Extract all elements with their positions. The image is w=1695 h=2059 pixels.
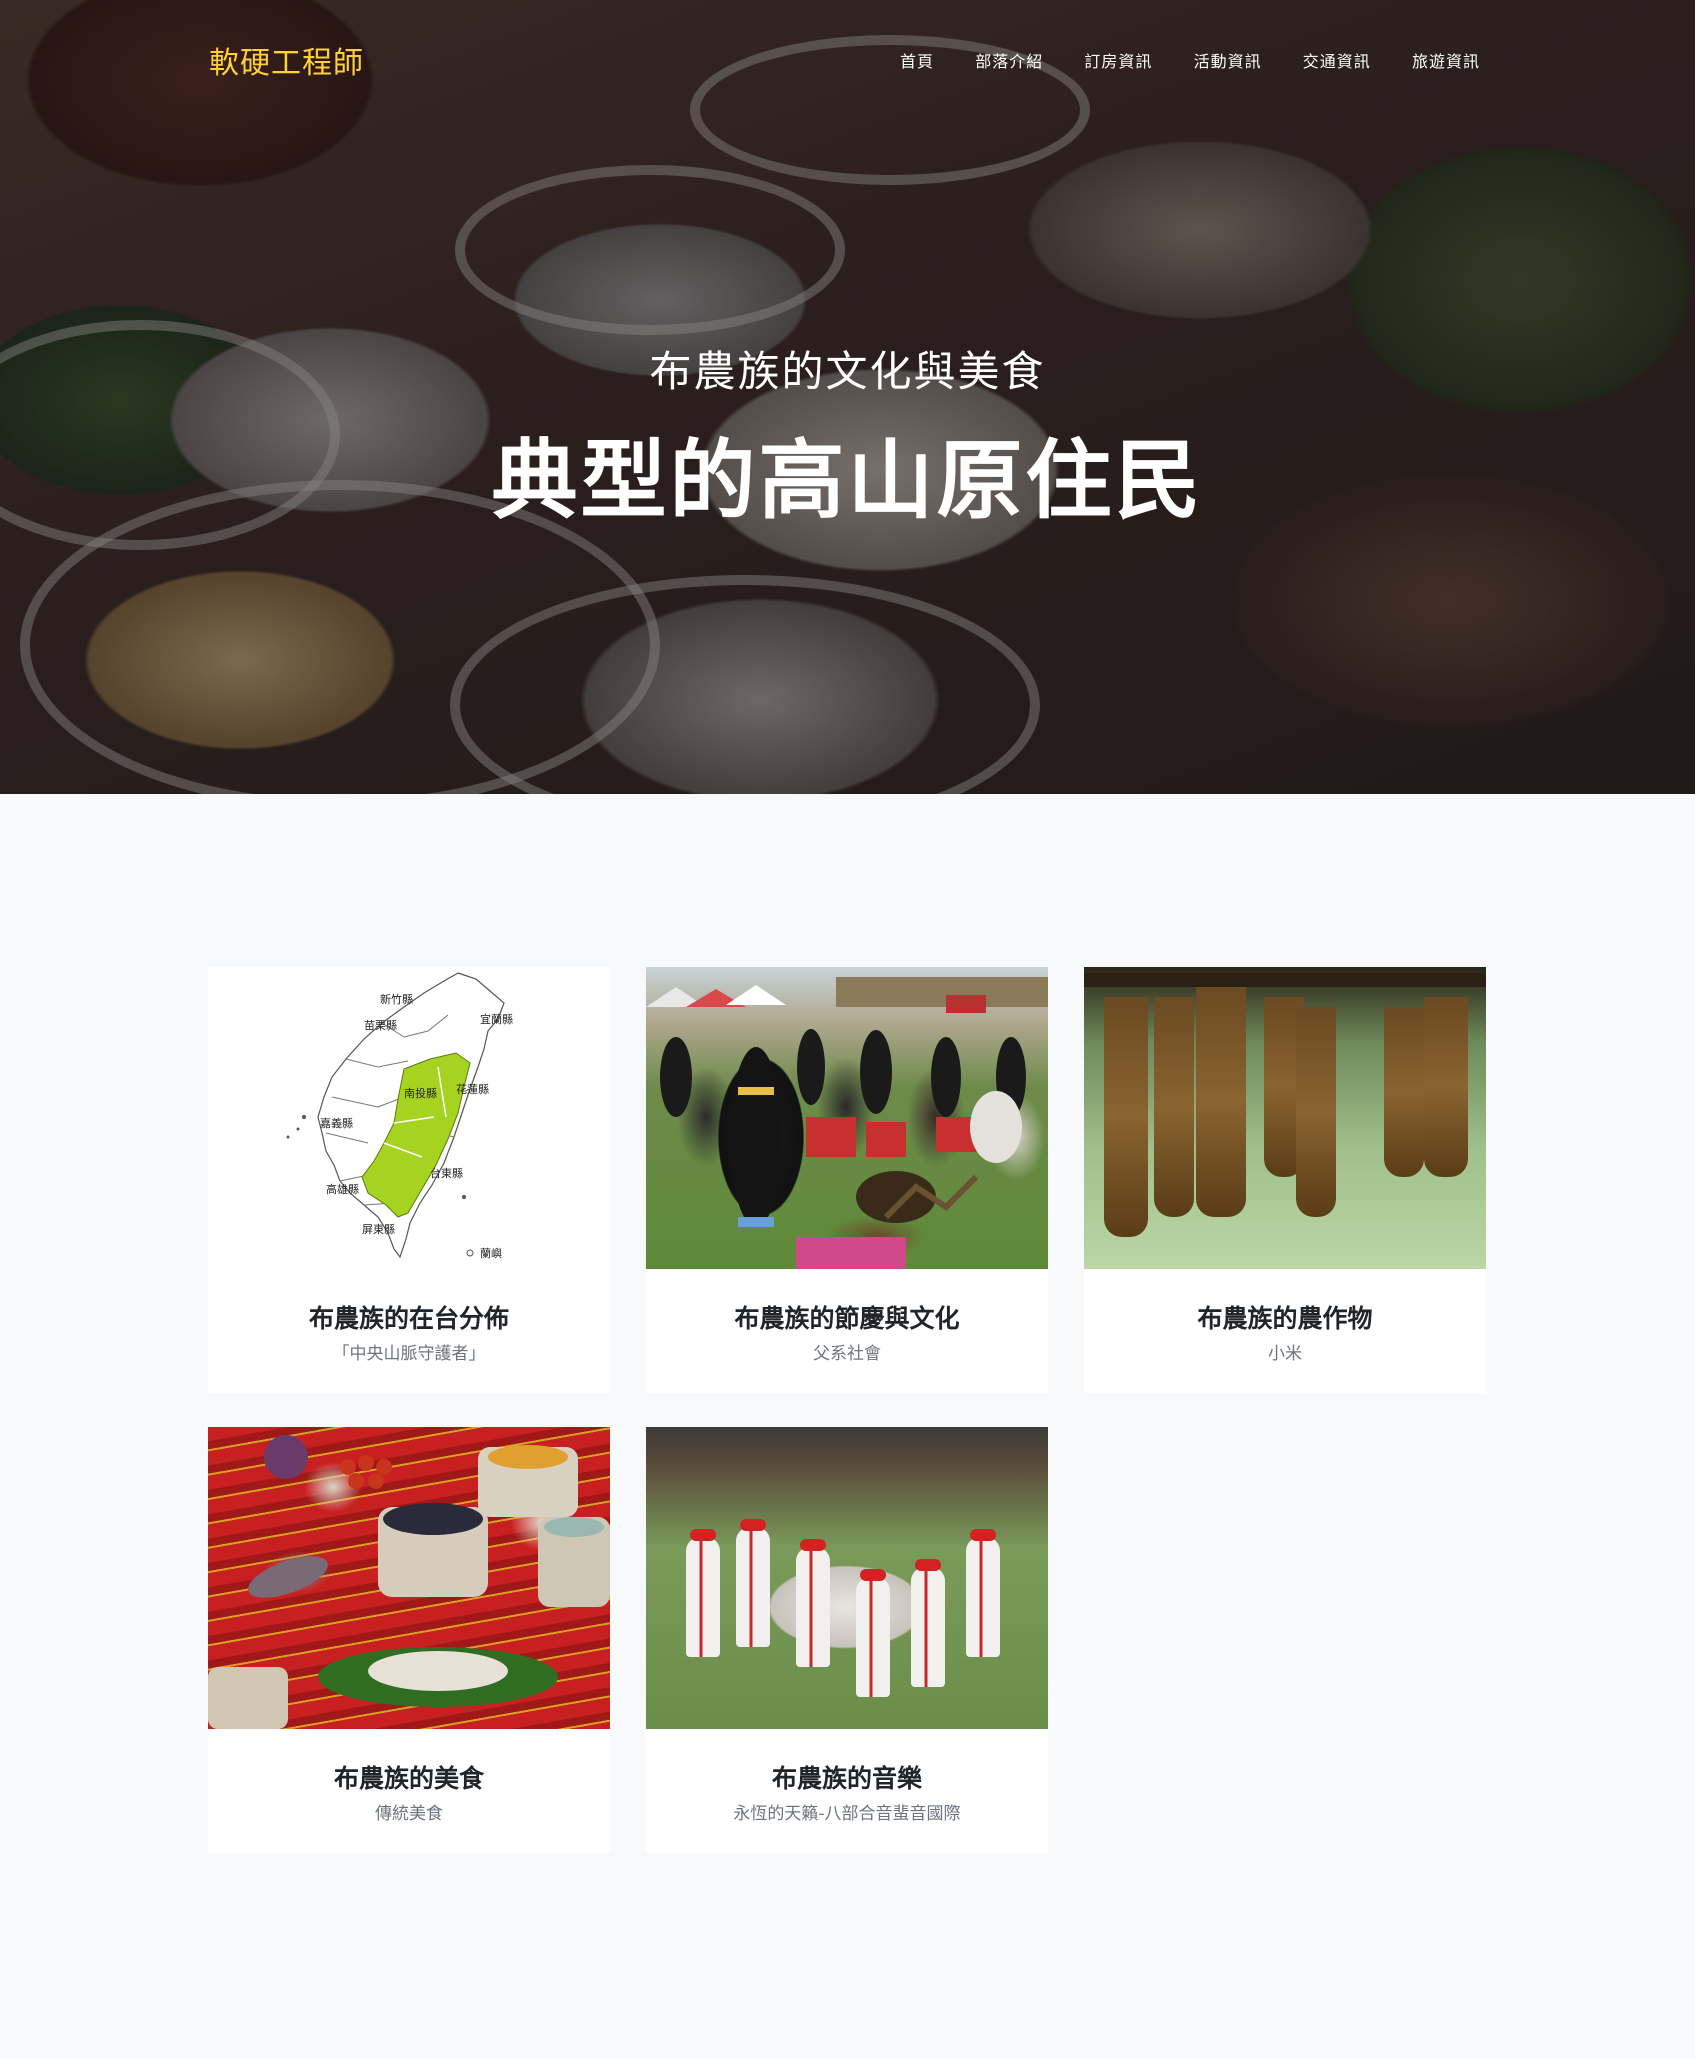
nav-link-home[interactable]: 首頁 (900, 52, 934, 71)
card-subtitle: 傳統美食 (375, 1804, 443, 1824)
map-label-miaoli: 苗栗縣 (364, 1019, 397, 1032)
nav-item-travel: 旅遊資訊 (1412, 48, 1480, 72)
map-label-hsinchu: 新竹縣 (380, 992, 413, 1006)
map-label-pingtung: 屏東縣 (362, 1223, 395, 1236)
card-festival[interactable]: 布農族的節慶與文化 父系社會 (646, 967, 1048, 1393)
nav-link-events[interactable]: 活動資訊 (1194, 52, 1262, 71)
brand-logo[interactable]: 軟硬工程師 (209, 38, 364, 82)
nav-item-booking: 訂房資訊 (1084, 48, 1152, 72)
dancer-decor (966, 1537, 1000, 1657)
taiwan-map-svg: 新竹縣 苗栗縣 宜蘭縣 南投縣 花蓮縣 嘉義縣 台東縣 高雄縣 屏東縣 蘭嶼 (286, 972, 513, 1260)
millet-decor (1384, 1007, 1424, 1177)
food-photo-art (208, 1435, 610, 1729)
dancer-decor (736, 1527, 770, 1647)
headband-decor (800, 1539, 826, 1551)
millet-decor (1424, 997, 1468, 1177)
millet-pole (1084, 973, 1486, 987)
dancer-decor (686, 1537, 720, 1657)
headband-decor (860, 1569, 886, 1581)
nav-item-transport: 交通資訊 (1303, 48, 1371, 72)
map-label-yilan: 宜蘭縣 (480, 1012, 513, 1026)
map-label-kaohsiung: 高雄縣 (326, 1182, 359, 1196)
card-subtitle: 父系社會 (813, 1344, 881, 1364)
nav-link-transport[interactable]: 交通資訊 (1303, 52, 1371, 71)
card-subtitle: 永恆的天籟-八部合音蜚音國際 (733, 1804, 961, 1824)
card-subtitle: 小米 (1268, 1344, 1302, 1364)
millet-photo (1084, 967, 1486, 1269)
map-label-lanyu: 蘭嶼 (480, 1246, 502, 1260)
headband-decor (740, 1519, 766, 1531)
headband-decor (690, 1529, 716, 1541)
map-label-chiayi: 嘉義縣 (320, 1116, 353, 1130)
traditional-food-photo (208, 1427, 610, 1729)
card-title: 布農族的農作物 (1197, 1304, 1373, 1333)
nav-item-home: 首頁 (900, 48, 934, 72)
card-crops[interactable]: 布農族的農作物 小米 (1084, 967, 1486, 1393)
map-label-taitung: 台東縣 (430, 1166, 463, 1180)
taiwan-map-image: 新竹縣 苗栗縣 宜蘭縣 南投縣 花蓮縣 嘉義縣 台東縣 高雄縣 屏東縣 蘭嶼 (208, 967, 610, 1269)
hero-subtitle: 布農族的文化與美食 (649, 347, 1046, 396)
dancer-decor (911, 1567, 945, 1687)
millet-decor (1104, 997, 1148, 1237)
card-title: 布農族的音樂 (771, 1764, 922, 1793)
millet-decor (1196, 987, 1246, 1217)
headband-decor (970, 1529, 996, 1541)
millet-decor (1296, 1007, 1336, 1217)
card-music[interactable]: 布農族的音樂 永恆的天籟-八部合音蜚音國際 (646, 1427, 1048, 1853)
nav-link-booking[interactable]: 訂房資訊 (1084, 52, 1152, 71)
card-title: 布農族的美食 (333, 1764, 484, 1793)
hero-section: 軟硬工程師 首頁 部落介紹 訂房資訊 活動資訊 交通資訊 旅遊資訊 布農族的文化… (0, 0, 1695, 794)
nav-item-events: 活動資訊 (1194, 48, 1262, 72)
card-title: 布農族的節慶與文化 (734, 1304, 960, 1333)
nav-item-tribe: 部落介紹 (975, 48, 1043, 72)
card-title: 布農族的在台分佈 (308, 1304, 509, 1333)
dancer-decor (856, 1577, 890, 1697)
nav-link-tribe[interactable]: 部落介紹 (975, 52, 1043, 71)
headband-decor (915, 1559, 941, 1571)
card-distribution[interactable]: 新竹縣 苗栗縣 宜蘭縣 南投縣 花蓮縣 嘉義縣 台東縣 高雄縣 屏東縣 蘭嶼 布… (208, 967, 610, 1393)
dancer-decor (796, 1547, 830, 1667)
card-subtitle: 「中央山脈守護者」 (332, 1344, 486, 1364)
nav-link-travel[interactable]: 旅遊資訊 (1412, 52, 1480, 71)
music-circle-photo (646, 1427, 1048, 1729)
millet-decor (1154, 997, 1194, 1217)
card-food[interactable]: 布農族的美食 傳統美食 (208, 1427, 610, 1853)
main-nav: 首頁 部落介紹 訂房資訊 活動資訊 交通資訊 旅遊資訊 (900, 48, 1480, 72)
festival-photo (646, 967, 1048, 1269)
hero-title: 典型的高山原住民 (491, 431, 1204, 531)
map-label-nantou: 南投縣 (404, 1086, 437, 1100)
map-label-hualien: 花蓮縣 (456, 1082, 489, 1096)
festival-photo-art (646, 977, 1048, 1269)
